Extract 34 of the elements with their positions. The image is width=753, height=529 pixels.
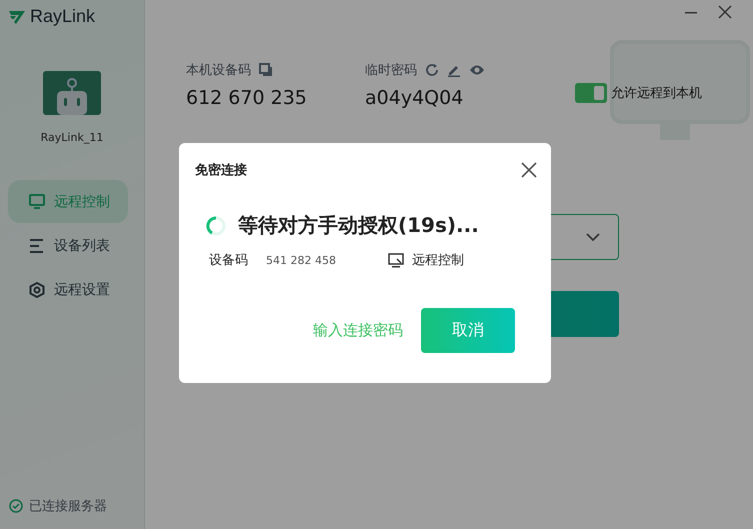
control-mode: 远程控制	[412, 252, 464, 269]
chevron-down-icon	[586, 232, 600, 242]
close-icon[interactable]	[718, 5, 732, 19]
spinner-icon	[206, 216, 226, 236]
allow-remote-label: 允许远程到本机	[611, 85, 702, 102]
check-circle-icon	[9, 499, 23, 513]
connection-status: 已连接服务器	[29, 498, 107, 515]
device-code-label: 设备码	[209, 252, 248, 269]
nav-item[interactable]: 设备列表	[8, 224, 128, 267]
logo-text: RayLink	[30, 6, 96, 27]
nav-item[interactable]: 远程控制	[8, 180, 128, 223]
pencil-icon[interactable]	[447, 63, 461, 77]
temp-password-label: 临时密码	[365, 62, 417, 79]
eye-icon[interactable]	[469, 63, 485, 77]
list-icon	[29, 238, 45, 254]
user-name: RayLink_11	[40, 131, 104, 144]
logo-arrow-icon	[9, 10, 27, 24]
allow-remote-switch[interactable]	[575, 83, 607, 103]
robot-avatar-icon	[43, 71, 101, 115]
nav-item[interactable]: 远程设置	[8, 268, 128, 311]
copy-icon[interactable]	[259, 63, 273, 77]
close-icon[interactable]	[521, 162, 537, 178]
cancel-button[interactable]: 取消	[421, 308, 515, 353]
enter-password-link[interactable]: 输入连接密码	[313, 321, 403, 340]
temp-password: a04y4Q04	[365, 87, 464, 109]
monitor-icon	[388, 252, 404, 268]
device-code: 541 282 458	[266, 254, 337, 266]
dialog-title: 免密连接	[195, 162, 247, 179]
device-code-label: 本机设备码	[186, 62, 251, 79]
device-code: 612 670 235	[186, 87, 308, 109]
monitor-icon	[29, 194, 45, 210]
waiting-status: 等待对方手动授权(19s)...	[238, 212, 479, 239]
refresh-icon[interactable]	[425, 63, 439, 77]
settings-icon	[29, 282, 45, 298]
